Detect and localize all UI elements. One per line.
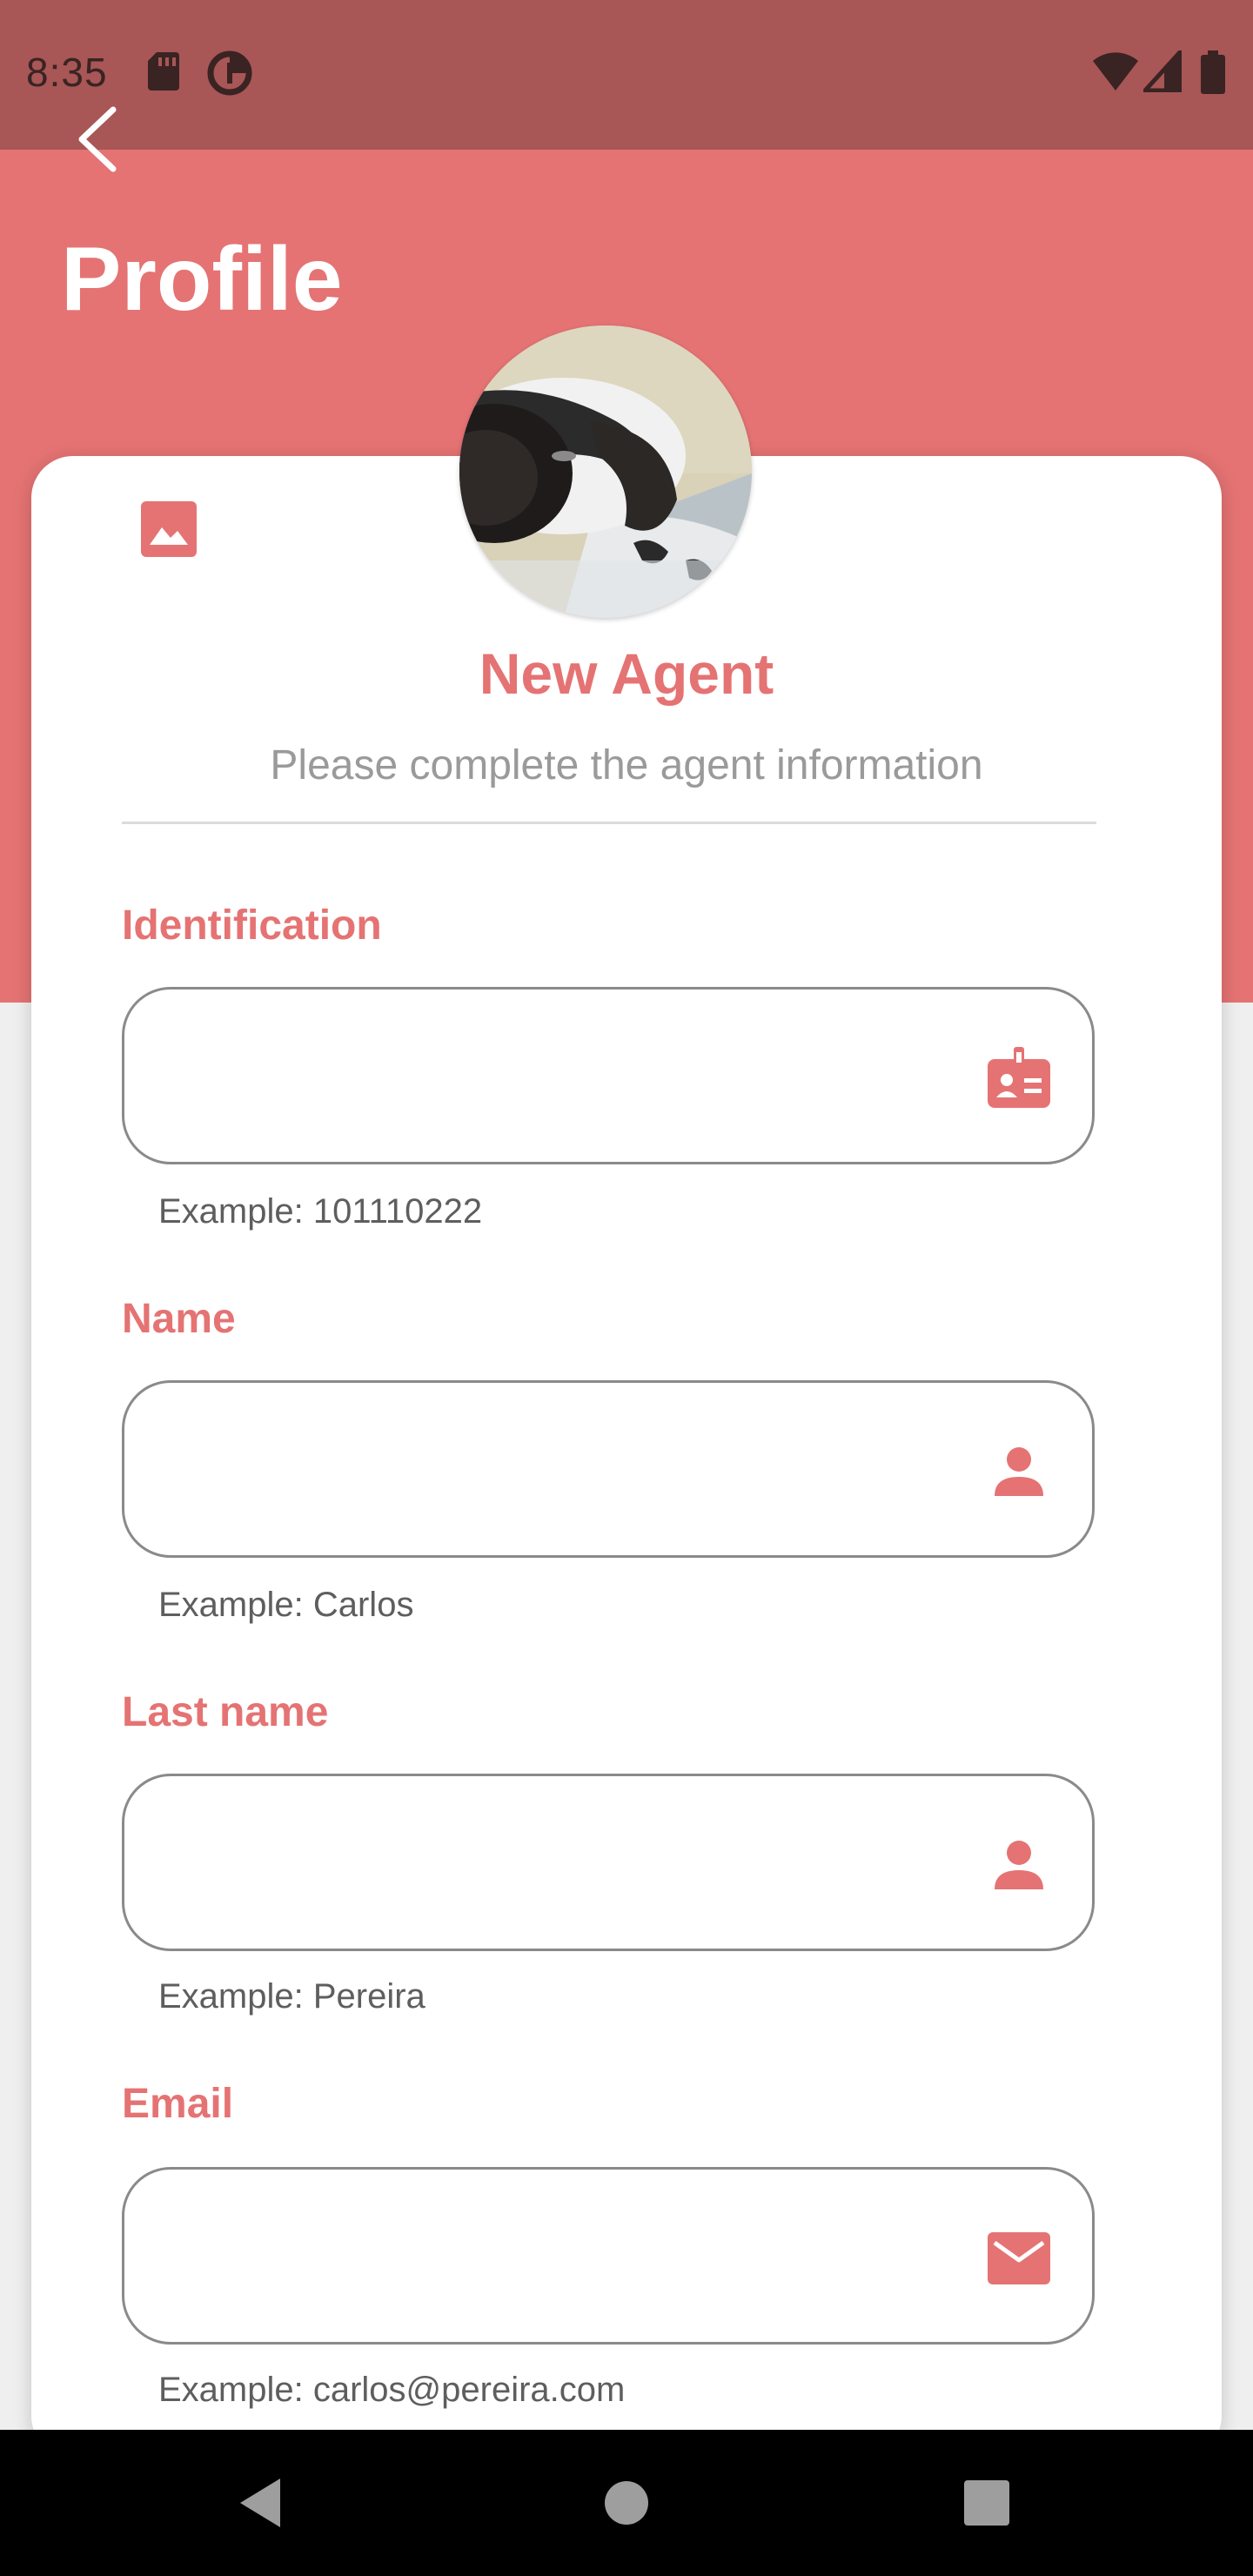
divider (122, 822, 1096, 824)
person-icon (995, 1841, 1043, 1889)
name-label: Name (122, 1296, 236, 1342)
identification-helper: Example: 101110222 (158, 1192, 483, 1231)
nav-home-button[interactable] (592, 2468, 661, 2538)
avatar[interactable] (459, 325, 752, 618)
id-badge-icon (988, 1047, 1050, 1108)
last-name-field[interactable] (122, 1774, 1095, 1951)
battery-icon (1201, 50, 1225, 94)
mail-icon (988, 2232, 1050, 2284)
page-title: Profile (61, 229, 343, 330)
email-field[interactable] (122, 2167, 1095, 2345)
name-field[interactable] (122, 1380, 1095, 1558)
email-helper: Example: carlos@pereira.com (158, 2371, 626, 2409)
wifi-icon (1093, 52, 1138, 91)
identification-label: Identification (122, 902, 382, 949)
nav-recents-button[interactable] (952, 2468, 1022, 2538)
last-name-helper: Example: Pereira (158, 1977, 425, 2016)
sd-card-icon (148, 52, 179, 91)
last-name-label: Last name (122, 1689, 329, 1735)
recents-square-icon (964, 2480, 1009, 2526)
back-button[interactable] (66, 103, 127, 176)
person-icon (995, 1447, 1043, 1496)
system-nav-bar (0, 2430, 1253, 2576)
chevron-left-icon (78, 106, 117, 172)
signal-icon (1143, 50, 1182, 92)
back-triangle-icon (240, 2479, 280, 2527)
agent-subtitle: Please complete the agent information (270, 742, 983, 788)
status-bar: 8:35 (0, 0, 1253, 150)
data-saver-icon (207, 50, 252, 96)
dog-photo-image (459, 325, 752, 618)
status-time: 8:35 (26, 50, 108, 95)
agent-title: New Agent (479, 641, 774, 706)
home-circle-icon (605, 2481, 648, 2525)
change-image-button[interactable] (137, 498, 200, 560)
image-icon (141, 501, 197, 557)
name-helper: Example: Carlos (158, 1586, 414, 1624)
email-label: Email (122, 2081, 234, 2127)
nav-back-button[interactable] (228, 2468, 298, 2538)
identification-field[interactable] (122, 987, 1095, 1164)
